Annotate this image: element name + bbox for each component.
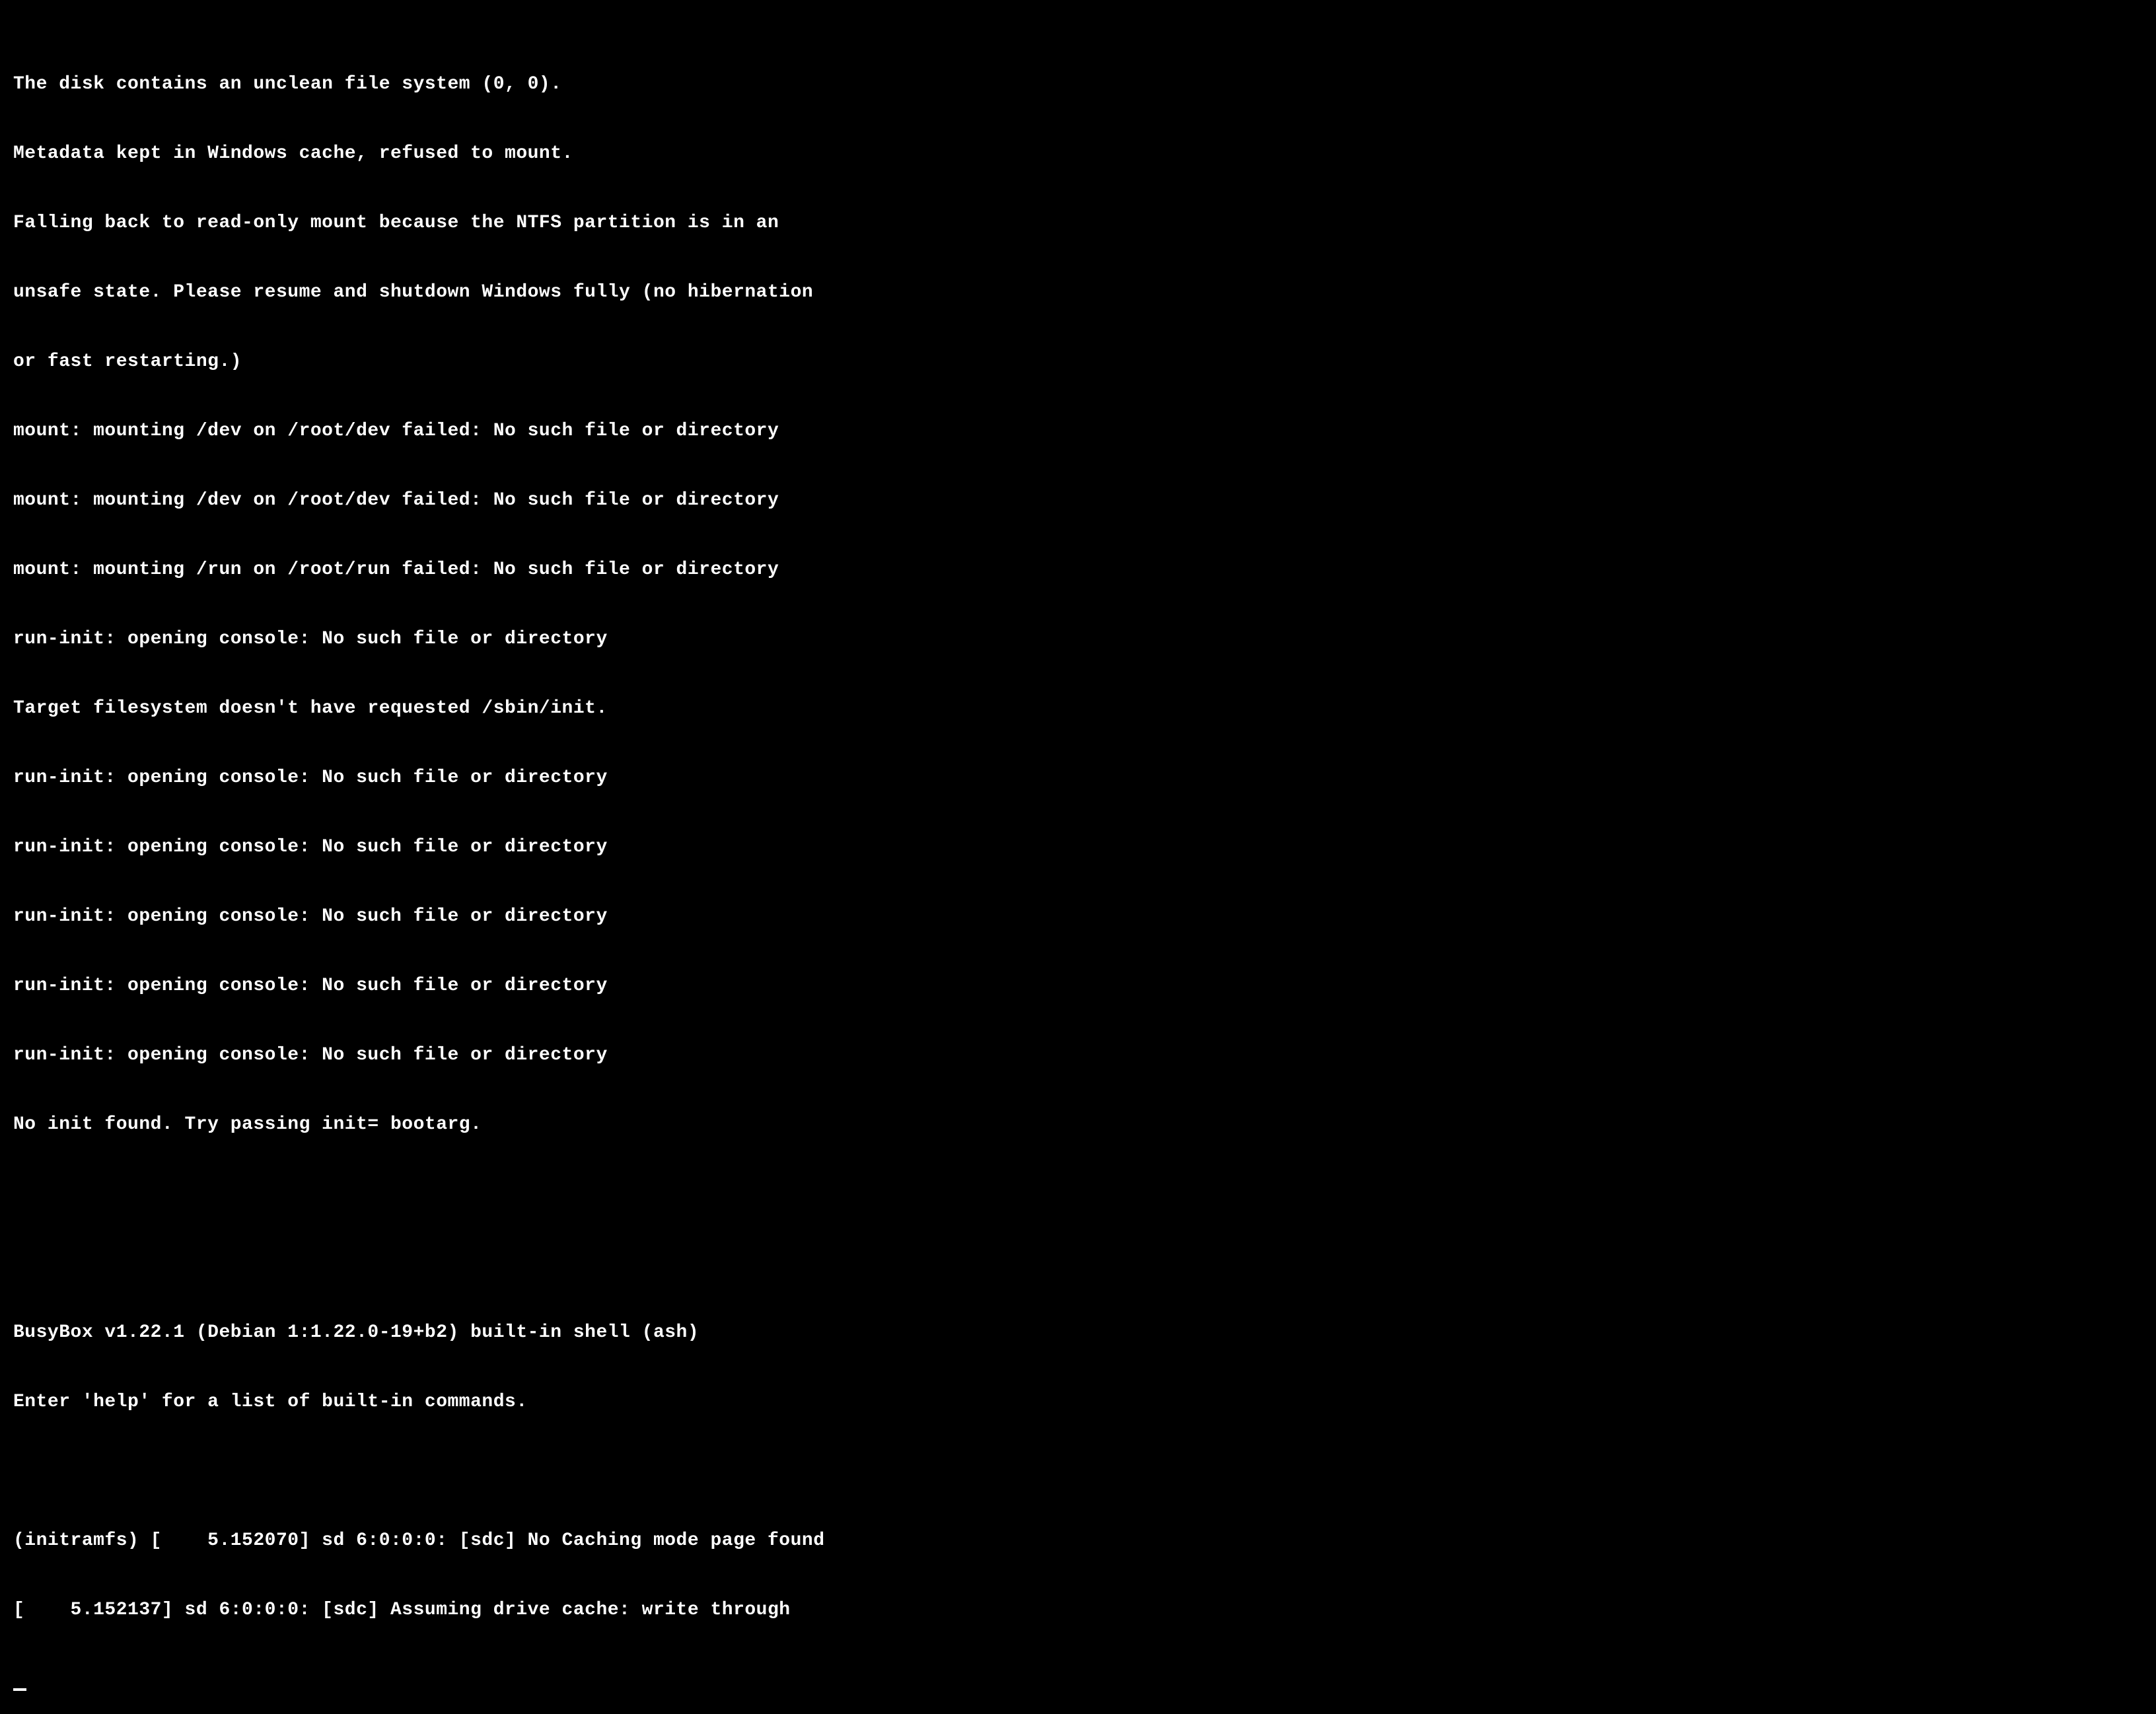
console-line: The disk contains an unclean file system…	[13, 73, 2143, 96]
prompt-line[interactable]	[13, 1668, 2143, 1691]
cursor-icon	[13, 1688, 26, 1691]
blank-line	[13, 1460, 2143, 1483]
blank-line	[13, 1182, 2143, 1205]
console-line: [ 5.152137] sd 6:0:0:0: [sdc] Assuming d…	[13, 1598, 2143, 1622]
blank-line	[13, 1252, 2143, 1275]
console-line: Metadata kept in Windows cache, refused …	[13, 142, 2143, 165]
console-line: or fast restarting.)	[13, 350, 2143, 373]
console-line: run-init: opening console: No such file …	[13, 905, 2143, 928]
console-line: run-init: opening console: No such file …	[13, 627, 2143, 651]
console-line: unsafe state. Please resume and shutdown…	[13, 281, 2143, 304]
console-line: mount: mounting /dev on /root/dev failed…	[13, 419, 2143, 443]
console-line: mount: mounting /dev on /root/dev failed…	[13, 489, 2143, 512]
console-line: run-init: opening console: No such file …	[13, 974, 2143, 997]
console-line: Target filesystem doesn't have requested…	[13, 697, 2143, 720]
console-line: BusyBox v1.22.1 (Debian 1:1.22.0-19+b2) …	[13, 1321, 2143, 1344]
console-line: run-init: opening console: No such file …	[13, 1044, 2143, 1067]
console-line: No init found. Try passing init= bootarg…	[13, 1113, 2143, 1136]
console-line: run-init: opening console: No such file …	[13, 836, 2143, 859]
console-line: Enter 'help' for a list of built-in comm…	[13, 1390, 2143, 1413]
console-line: (initramfs) [ 5.152070] sd 6:0:0:0: [sdc…	[13, 1529, 2143, 1552]
console-line: mount: mounting /run on /root/run failed…	[13, 558, 2143, 581]
terminal-output[interactable]: The disk contains an unclean file system…	[13, 26, 2143, 1714]
console-line: run-init: opening console: No such file …	[13, 766, 2143, 789]
console-line: Falling back to read-only mount because …	[13, 211, 2143, 234]
